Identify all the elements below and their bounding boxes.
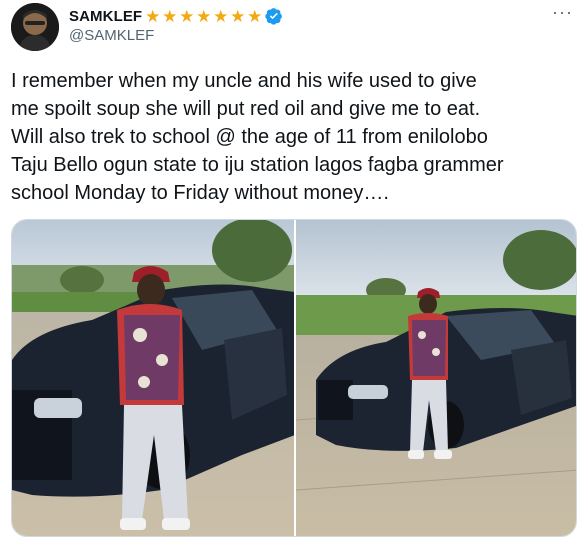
star-icon: ★ <box>196 6 212 26</box>
tweet-text-line: me spoilt soup she will put red oil and … <box>11 98 481 120</box>
tweet-photo-1[interactable] <box>12 220 294 536</box>
star-icon: ★ <box>213 6 229 26</box>
user-handle[interactable]: @SAMKLEF <box>69 27 154 44</box>
tweet-media <box>11 219 577 537</box>
tweet-text: I remember when my uncle and his wife us… <box>11 67 581 207</box>
display-name[interactable]: SAMKLEF <box>69 8 142 25</box>
tweet-text-line: school Monday to Friday without money…. <box>11 182 389 204</box>
star-icon: ★ <box>162 6 178 26</box>
star-icon: ★ <box>230 6 246 26</box>
star-icon: ★ <box>179 6 195 26</box>
tweet-photo-2[interactable] <box>294 220 576 536</box>
tweet-text-line: Will also trek to school @ the age of 11… <box>11 126 488 148</box>
author-name-row: SAMKLEF ★ ★ ★ ★ ★ ★ ★ <box>69 6 283 26</box>
star-icon: ★ <box>247 6 263 26</box>
star-emoji-row: ★ ★ ★ ★ ★ ★ ★ <box>144 8 263 25</box>
more-options-icon[interactable]: ··· <box>552 2 573 23</box>
tweet-text-line: I remember when my uncle and his wife us… <box>11 70 477 92</box>
verified-badge-icon <box>265 8 283 25</box>
tweet-text-line: Taju Bello ogun state to iju station lag… <box>11 154 504 176</box>
star-icon: ★ <box>145 6 161 26</box>
avatar[interactable] <box>11 3 59 51</box>
tweet-card: SAMKLEF ★ ★ ★ ★ ★ ★ ★ @SAMKLEF ··· I rem… <box>0 0 587 553</box>
